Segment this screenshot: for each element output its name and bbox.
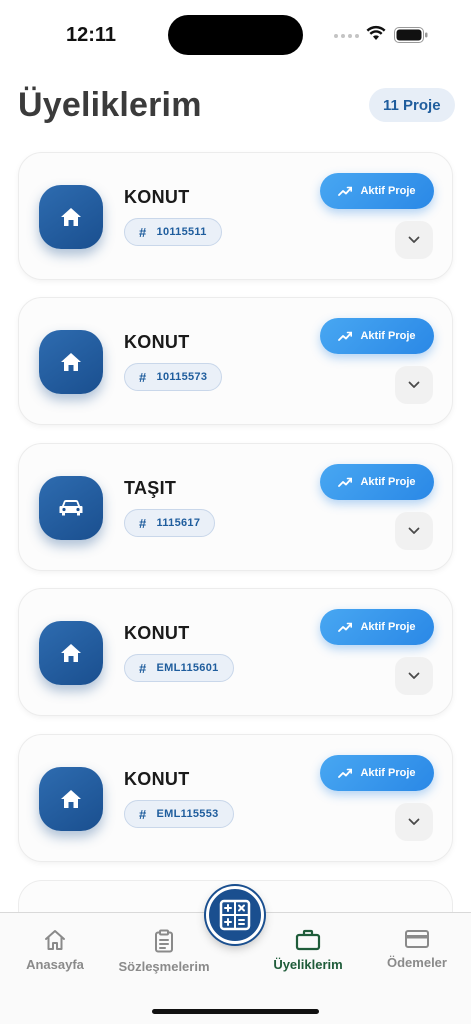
tab-label: Anasayfa bbox=[26, 957, 84, 972]
card-title: TAŞIT bbox=[124, 478, 177, 498]
tab-contracts[interactable]: Sözleşmelerim bbox=[112, 929, 216, 974]
status-label: Aktif Proje bbox=[360, 767, 416, 779]
tab-home[interactable]: Anasayfa bbox=[22, 929, 88, 972]
active-project-button[interactable]: Aktif Proje bbox=[320, 755, 434, 791]
hash-icon: # bbox=[139, 515, 147, 531]
trend-up-icon bbox=[338, 768, 353, 778]
active-project-button[interactable]: Aktif Proje bbox=[320, 318, 434, 354]
expand-button[interactable] bbox=[395, 657, 433, 695]
membership-code-badge: # 1115617 bbox=[124, 509, 216, 537]
car-icon bbox=[39, 476, 103, 540]
membership-code: 10115511 bbox=[156, 226, 207, 238]
status-label: Aktif Proje bbox=[360, 330, 416, 342]
chevron-down-icon bbox=[408, 527, 420, 534]
calculator-icon bbox=[219, 899, 251, 931]
membership-code-badge: # EML115601 bbox=[124, 654, 234, 682]
credit-card-icon bbox=[405, 930, 429, 948]
status-label: Aktif Proje bbox=[360, 185, 416, 197]
membership-code-badge: # 10115511 bbox=[124, 218, 222, 246]
hash-icon: # bbox=[139, 806, 147, 822]
trend-up-icon bbox=[338, 622, 353, 632]
membership-code: EML115553 bbox=[156, 808, 219, 820]
chevron-down-icon bbox=[408, 236, 420, 243]
tab-label: Ödemeler bbox=[387, 955, 447, 970]
page-title: Üyeliklerim bbox=[18, 86, 202, 124]
home-icon bbox=[39, 767, 103, 831]
active-project-button[interactable]: Aktif Proje bbox=[320, 464, 434, 500]
membership-card[interactable]: KONUT # 10115573 Aktif Proje bbox=[18, 297, 453, 425]
calculator-button[interactable] bbox=[206, 886, 264, 944]
trend-up-icon bbox=[338, 331, 353, 341]
membership-code: 10115573 bbox=[156, 371, 208, 383]
home-indicator[interactable] bbox=[152, 1009, 319, 1014]
project-count-badge: 11 Proje bbox=[369, 88, 455, 122]
membership-code-badge: # EML115553 bbox=[124, 800, 234, 828]
clipboard-icon bbox=[155, 929, 173, 953]
hash-icon: # bbox=[139, 660, 147, 676]
trend-up-icon bbox=[338, 186, 353, 196]
hash-icon: # bbox=[139, 224, 147, 240]
home-icon bbox=[39, 621, 103, 685]
membership-card[interactable]: KONUT # EML115601 Aktif Proje bbox=[18, 588, 453, 716]
home-icon bbox=[45, 930, 65, 950]
status-label: Aktif Proje bbox=[360, 621, 416, 633]
trend-up-icon bbox=[338, 477, 353, 487]
tab-payments[interactable]: Ödemeler bbox=[380, 929, 454, 970]
card-title: KONUT bbox=[124, 623, 190, 643]
card-title: KONUT bbox=[124, 769, 190, 789]
hash-icon: # bbox=[139, 369, 147, 385]
membership-code: EML115601 bbox=[156, 662, 219, 674]
status-label: Aktif Proje bbox=[360, 476, 416, 488]
membership-card[interactable]: KONUT # EML115553 Aktif Proje bbox=[18, 734, 453, 862]
expand-button[interactable] bbox=[395, 512, 433, 550]
membership-code: 1115617 bbox=[156, 517, 201, 529]
expand-button[interactable] bbox=[395, 366, 433, 404]
status-bar: 12:11 bbox=[0, 0, 471, 70]
active-project-button[interactable]: Aktif Proje bbox=[320, 609, 434, 645]
chevron-down-icon bbox=[408, 381, 420, 388]
status-time: 12:11 bbox=[66, 24, 117, 46]
home-icon bbox=[39, 185, 103, 249]
card-title: KONUT bbox=[124, 187, 190, 207]
cellular-signal-icon bbox=[334, 34, 359, 38]
expand-button[interactable] bbox=[395, 803, 433, 841]
membership-card[interactable]: TAŞIT # 1115617 Aktif Proje bbox=[18, 443, 453, 571]
expand-button[interactable] bbox=[395, 221, 433, 259]
card-title: KONUT bbox=[124, 332, 190, 352]
battery-icon bbox=[394, 27, 428, 43]
membership-code-badge: # 10115573 bbox=[124, 363, 223, 391]
wifi-icon bbox=[366, 25, 386, 40]
tab-memberships[interactable]: Üyeliklerim bbox=[266, 929, 350, 972]
membership-card[interactable]: KONUT # 10115511 Aktif Proje bbox=[18, 152, 453, 280]
home-icon bbox=[39, 330, 103, 394]
active-project-button[interactable]: Aktif Proje bbox=[320, 173, 434, 209]
briefcase-icon bbox=[295, 929, 321, 951]
tab-label: Sözleşmelerim bbox=[118, 959, 210, 974]
chevron-down-icon bbox=[408, 818, 420, 825]
tab-label: Üyeliklerim bbox=[273, 957, 343, 972]
dynamic-island bbox=[168, 15, 303, 55]
chevron-down-icon bbox=[408, 672, 420, 679]
